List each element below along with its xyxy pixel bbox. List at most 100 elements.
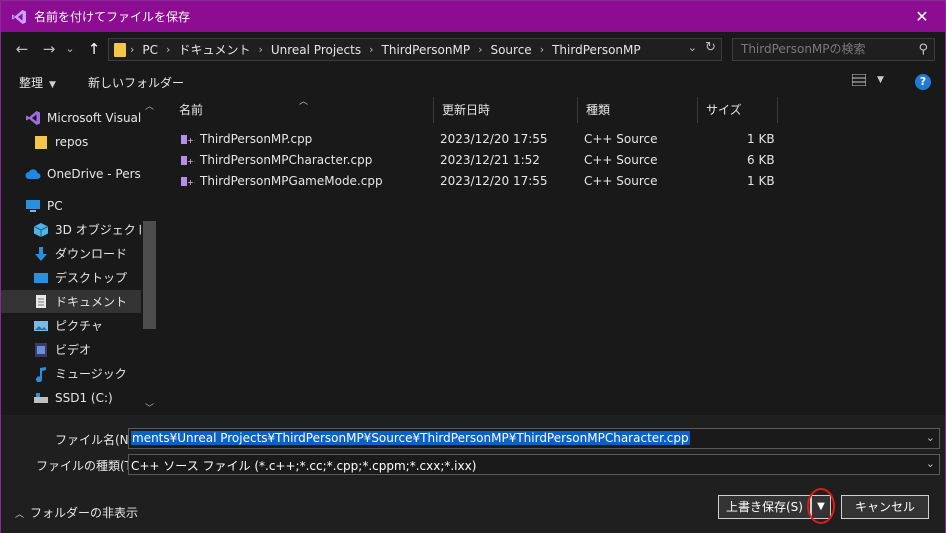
sidebar-item-label: ドキュメント xyxy=(55,295,128,309)
sidebar-item-label: ビデオ xyxy=(55,343,92,357)
filetype-select[interactable]: C++ ソース ファイル (*.c++;*.cc;*.cpp;*.cppm;*.… xyxy=(128,454,940,475)
save-file-dialog: 名前を付けてファイルを保存 ✕ ← → ⌄ ↑ › PC › ドキュメント › … xyxy=(0,0,946,533)
file-name: ThirdPersonMPGameMode.cpp xyxy=(200,174,383,188)
column-header-date[interactable]: 更新日時 xyxy=(434,97,578,123)
breadcrumb-pc[interactable]: PC xyxy=(142,43,158,57)
search-input[interactable]: ThirdPersonMPの検索 ⚲ xyxy=(732,38,935,61)
folder-icon xyxy=(33,134,49,150)
scroll-up-icon[interactable]: ︿ xyxy=(145,99,154,112)
file-size: 1 KB xyxy=(747,174,775,188)
cpp-file-icon: ++ xyxy=(181,156,195,166)
visual-studio-icon xyxy=(25,110,41,126)
view-options-icon[interactable] xyxy=(851,73,867,87)
cpp-file-icon: ++ xyxy=(181,135,195,145)
filename-label: ファイル名(N): xyxy=(55,433,138,447)
hide-folders-button[interactable]: ︿ フォルダーの非表示 xyxy=(15,504,138,521)
breadcrumb-thirdpersonmp[interactable]: ThirdPersonMP xyxy=(382,43,471,57)
svg-text:++: ++ xyxy=(187,136,195,145)
back-button[interactable]: ← xyxy=(11,40,33,58)
sidebar-item-label: OneDrive - Persor xyxy=(47,166,154,181)
search-icon: ⚲ xyxy=(918,42,928,57)
column-header-name[interactable]: 名前 xyxy=(171,97,434,123)
table-row[interactable]: ++ ThirdPersonMP.cpp 2023/12/20 17:55 C+… xyxy=(173,129,775,150)
file-type: C++ Source xyxy=(584,174,658,188)
sidebar-item-label: ダウンロード xyxy=(55,247,128,261)
svg-text:++: ++ xyxy=(187,157,195,166)
desktop-icon xyxy=(33,270,49,286)
breadcrumb-source[interactable]: Source xyxy=(490,43,531,57)
visual-studio-icon xyxy=(10,8,28,26)
chevron-down-icon[interactable]: ⌄ xyxy=(926,457,935,470)
caret-down-icon[interactable]: ▼ xyxy=(877,75,884,85)
column-header-size[interactable]: サイズ xyxy=(698,97,778,123)
file-date: 2023/12/20 17:55 xyxy=(440,174,548,188)
download-icon xyxy=(33,246,49,262)
sidebar-item-label: ミュージック xyxy=(55,367,127,381)
file-name: ThirdPersonMPCharacter.cpp xyxy=(200,153,373,167)
document-icon xyxy=(33,294,49,310)
chevron-right-icon: › xyxy=(166,43,171,56)
video-icon xyxy=(33,342,49,358)
refresh-icon[interactable]: ↻ xyxy=(705,40,716,55)
column-header-type[interactable]: 種類 xyxy=(578,97,698,123)
forward-button[interactable]: → xyxy=(38,40,60,58)
hide-folders-label: フォルダーの非表示 xyxy=(30,506,139,520)
search-placeholder: ThirdPersonMPの検索 xyxy=(741,42,866,56)
breadcrumb-thirdpersonmp-current[interactable]: ThirdPersonMP xyxy=(552,43,641,57)
file-list: ︿ 名前 更新日時 種類 サイズ ++ ThirdPersonMP.cpp 20… xyxy=(161,97,945,415)
breadcrumb-unreal-projects[interactable]: Unreal Projects xyxy=(271,43,361,57)
caret-down-icon: ▼ xyxy=(49,80,56,90)
table-row[interactable]: ++ ThirdPersonMPGameMode.cpp 2023/12/20 … xyxy=(173,171,775,192)
picture-icon xyxy=(33,318,49,334)
table-row[interactable]: ++ ThirdPersonMPCharacter.cpp 2023/12/21… xyxy=(173,150,775,171)
sidebar-item-label: デスクトップ xyxy=(55,271,128,285)
recent-locations-button[interactable]: ⌄ xyxy=(63,40,77,58)
chevron-up-icon: ︿ xyxy=(15,510,25,520)
folder-icon xyxy=(114,42,126,57)
sidebar-item-label: Microsoft Visual S xyxy=(47,110,153,125)
new-folder-button[interactable]: 新しいフォルダー xyxy=(88,74,184,91)
music-icon xyxy=(33,366,49,382)
chevron-down-icon[interactable]: ⌄ xyxy=(688,41,697,54)
cube-icon xyxy=(33,222,49,238)
sidebar-item-label: SSD1 (C:) xyxy=(55,390,113,405)
file-type: C++ Source xyxy=(584,132,658,146)
sidebar-item-label: ピクチャ xyxy=(55,319,103,333)
file-date: 2023/12/21 1:52 xyxy=(440,153,540,167)
dialog-title: 名前を付けてファイルを保存 xyxy=(34,10,191,24)
chevron-right-icon: › xyxy=(369,43,374,56)
title-bar: 名前を付けてファイルを保存 ✕ xyxy=(1,1,945,32)
navigation-scrollbar[interactable]: ︿ ﹀ xyxy=(141,97,158,415)
filename-input[interactable]: ments¥Unreal Projects¥ThirdPersonMP¥Sour… xyxy=(128,428,940,449)
save-button[interactable]: 上書き保存(S) xyxy=(718,495,811,519)
up-folder-button[interactable]: ↑ xyxy=(83,40,105,58)
breadcrumb-documents[interactable]: ドキュメント xyxy=(178,41,250,58)
chevron-right-icon: › xyxy=(478,43,483,56)
scroll-down-icon[interactable]: ﹀ xyxy=(145,401,154,414)
filetype-value: C++ ソース ファイル (*.c++;*.cc;*.cpp;*.cppm;*.… xyxy=(131,459,477,473)
filetype-label: ファイルの種類(T): xyxy=(36,459,141,473)
sidebar-item-documents[interactable]: ドキュメント xyxy=(1,290,141,313)
save-form: ファイル名(N): ments¥Unreal Projects¥ThirdPer… xyxy=(1,415,945,533)
chevron-right-icon: › xyxy=(258,43,263,56)
navigation-pane: Microsoft Visual S repos OneDrive - Pers… xyxy=(1,97,159,415)
chevron-right-icon: › xyxy=(539,43,545,56)
organize-label: 整理 xyxy=(19,76,44,90)
cancel-button[interactable]: キャンセル xyxy=(841,495,929,519)
file-name: ThirdPersonMP.cpp xyxy=(200,132,313,146)
cloud-icon xyxy=(25,166,41,182)
sidebar-item-label: 3D オブジェクト xyxy=(55,223,148,237)
drive-icon xyxy=(33,390,49,406)
chevron-right-icon: › xyxy=(130,43,135,56)
help-button[interactable]: ? xyxy=(915,74,931,90)
address-bar[interactable]: › PC › ドキュメント › Unreal Projects › ThirdP… xyxy=(108,38,722,61)
file-date: 2023/12/20 17:55 xyxy=(440,132,548,146)
filename-value: ments¥Unreal Projects¥ThirdPersonMP¥Sour… xyxy=(131,431,690,445)
close-button[interactable]: ✕ xyxy=(899,1,945,32)
navigation-bar: ← → ⌄ ↑ › PC › ドキュメント › Unreal Projects … xyxy=(1,32,945,66)
chevron-down-icon[interactable]: ⌄ xyxy=(926,431,935,444)
scrollbar-thumb[interactable] xyxy=(143,221,156,329)
sidebar-item-label: repos xyxy=(55,134,89,149)
pc-icon xyxy=(25,198,41,214)
organize-button[interactable]: 整理 ▼ xyxy=(19,74,56,91)
